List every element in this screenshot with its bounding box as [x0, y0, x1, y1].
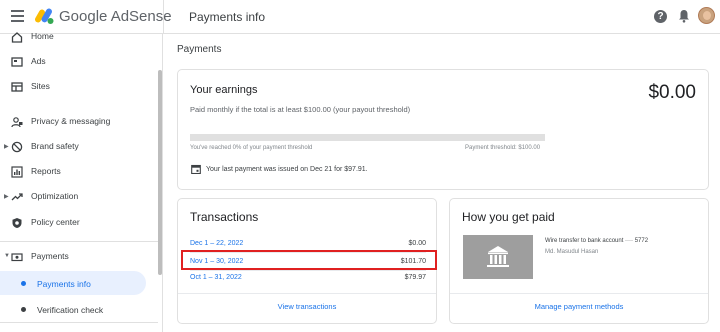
last-payment-text: Your last payment was issued on Dec 21 f…	[206, 166, 368, 173]
sidebar-item-label: Home	[31, 31, 54, 41]
transaction-amount: $79.97	[404, 274, 426, 281]
row-divider	[190, 270, 426, 271]
earnings-title: Your earnings	[190, 84, 258, 96]
sidebar-item-optimization[interactable]: ▶ Optimization	[0, 187, 158, 209]
home-icon	[11, 32, 23, 43]
threshold-caption: Payment threshold: $100.00	[465, 145, 541, 151]
bank-image	[463, 235, 533, 279]
transaction-date-link[interactable]: Oct 1 – 31, 2022	[190, 274, 242, 281]
sidebar-subitem-label: Payments info	[37, 279, 91, 289]
section-heading: Payments	[177, 44, 222, 55]
earnings-subtitle: Paid monthly if the total is at least $1…	[190, 105, 411, 114]
avatar[interactable]	[698, 7, 715, 24]
sidebar-item-label: Policy center	[31, 217, 80, 227]
sidebar: Home Ads Sites Privacy & messaging ▶ Bra…	[0, 31, 163, 332]
reports-icon	[11, 166, 23, 178]
menu-icon[interactable]	[11, 10, 24, 22]
sidebar-item-label: Payments	[31, 251, 69, 261]
bank-account-description: Wire transfer to bank account ···· 5772	[545, 238, 649, 244]
sidebar-scrollbar[interactable]	[158, 70, 162, 275]
earnings-card: Your earnings $0.00 Paid monthly if the …	[177, 69, 709, 190]
ads-icon	[11, 57, 23, 67]
sidebar-item-reports[interactable]: Reports	[0, 162, 158, 184]
shield-icon	[12, 218, 22, 228]
sidebar-item-home[interactable]: Home	[0, 27, 158, 49]
sites-icon	[11, 82, 23, 92]
bank-icon	[487, 246, 509, 267]
transaction-row[interactable]: Oct 1 – 31, 2022 $79.97	[190, 274, 426, 286]
transaction-amount: $0.00	[408, 240, 426, 247]
page-title: Payments info	[189, 10, 266, 24]
sidebar-item-ads[interactable]: Ads	[0, 52, 158, 74]
trending-icon	[11, 193, 23, 201]
sidebar-item-label: Privacy & messaging	[31, 116, 111, 126]
sidebar-subitem-label: Verification check	[37, 305, 104, 315]
sidebar-divider	[0, 241, 158, 242]
caret-right-icon: ▶	[4, 194, 9, 200]
sidebar-item-policy-center[interactable]: Policy center	[0, 213, 158, 235]
card-footer-divider	[450, 293, 708, 294]
dot-icon	[21, 307, 26, 312]
calendar-icon	[191, 164, 201, 174]
manage-payment-methods-link[interactable]: Manage payment methods	[450, 302, 708, 311]
transactions-title: Transactions	[190, 210, 259, 224]
transaction-date-link[interactable]: Dec 1 – 22, 2022	[190, 240, 243, 247]
active-dot-icon	[21, 281, 26, 286]
threshold-progress-bar	[190, 134, 545, 141]
help-icon[interactable]: ?	[654, 10, 667, 23]
payments-icon	[11, 253, 23, 262]
brand-name: Google AdSense	[59, 8, 172, 25]
account-holder-name: Md. Masudul Hasan	[545, 249, 599, 255]
card-footer-divider	[178, 293, 436, 294]
sidebar-item-privacy[interactable]: Privacy & messaging	[0, 112, 158, 134]
earnings-amount: $0.00	[648, 82, 696, 103]
sidebar-item-brand-safety[interactable]: ▶ Brand safety	[0, 137, 158, 159]
sidebar-item-label: Brand safety	[31, 141, 79, 151]
privacy-icon	[11, 117, 23, 128]
highlight-annotation	[181, 250, 437, 270]
adsense-logo	[35, 8, 54, 24]
header-divider	[163, 0, 164, 34]
view-transactions-link[interactable]: View transactions	[178, 302, 436, 311]
sidebar-item-payments[interactable]: ▼ Payments	[0, 247, 158, 269]
sidebar-divider	[0, 322, 158, 323]
notifications-icon[interactable]	[678, 9, 690, 23]
payment-method-title: How you get paid	[462, 210, 555, 224]
block-icon	[11, 141, 23, 153]
payment-method-card: How you get paid Wire transfer to bank a…	[449, 198, 709, 324]
sidebar-item-label: Optimization	[31, 191, 79, 201]
sidebar-item-label: Ads	[31, 56, 46, 66]
sidebar-item-label: Sites	[31, 81, 50, 91]
sidebar-item-label: Reports	[31, 166, 61, 176]
progress-caption: You've reached 0% of your payment thresh…	[190, 145, 313, 151]
caret-down-icon: ▼	[4, 253, 10, 259]
sidebar-item-sites[interactable]: Sites	[0, 77, 158, 99]
caret-right-icon: ▶	[4, 144, 9, 150]
